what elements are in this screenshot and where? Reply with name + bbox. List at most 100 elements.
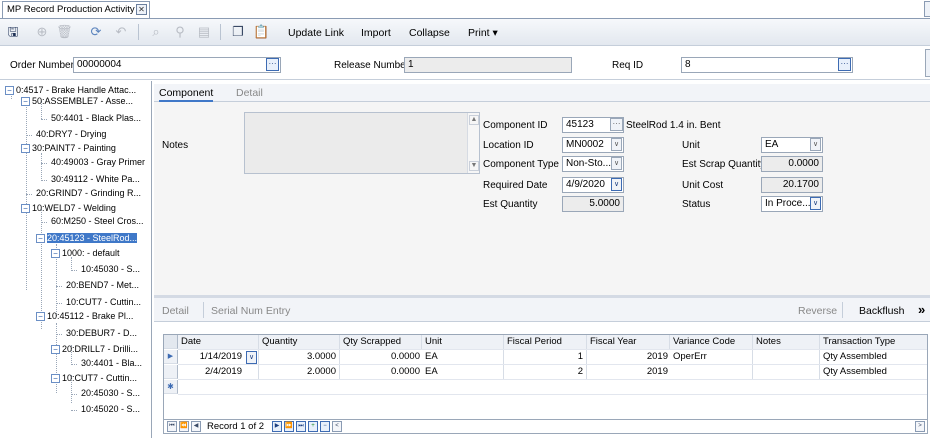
cell-qty-scrapped[interactable]: 0.0000 xyxy=(340,350,422,364)
tree-node[interactable]: 30:49112 - White Pa... xyxy=(51,173,140,186)
prev-record-icon[interactable]: ◀ xyxy=(191,421,201,432)
column-header-fiscal-year[interactable]: Fiscal Year xyxy=(587,335,670,349)
tree-node[interactable]: −50:ASSEMBLE7 - Asse... xyxy=(21,95,133,108)
cell-variance-code[interactable] xyxy=(670,365,753,379)
scroll-right-icon[interactable]: > xyxy=(915,421,925,432)
order-number-input[interactable]: 00000004 xyxy=(73,57,281,73)
cell-notes[interactable] xyxy=(753,365,820,379)
collapse-icon[interactable]: − xyxy=(5,86,14,96)
next-page-icon[interactable]: ⏩ xyxy=(284,421,294,432)
window-corner-button[interactable] xyxy=(924,1,930,17)
cell-quantity[interactable]: 3.0000 xyxy=(259,350,340,364)
collapse-icon[interactable]: − xyxy=(36,234,45,244)
tab-detail-lower[interactable]: Detail xyxy=(162,305,189,317)
cell-variance-code[interactable]: OperErr xyxy=(670,350,753,364)
chevron-down-icon[interactable]: ∨ xyxy=(810,197,821,210)
chevron-down-icon[interactable]: ∨ xyxy=(810,138,821,151)
tree-node[interactable]: 20:BEND7 - Met... xyxy=(66,279,139,292)
column-header-quantity[interactable]: Quantity xyxy=(259,335,340,349)
row-selector[interactable] xyxy=(164,365,178,379)
tab-detail[interactable]: Detail xyxy=(236,87,263,99)
tree-node[interactable]: −10:45112 - Brake Pl... xyxy=(36,310,133,323)
column-header-qty-scrapped[interactable]: Qty Scrapped xyxy=(340,335,422,349)
notes-scrollbar[interactable]: ▲ ▼ xyxy=(467,113,479,173)
collapse-icon[interactable]: − xyxy=(21,204,30,214)
cell-quantity[interactable]: 2.0000 xyxy=(259,365,340,379)
collapse-icon[interactable]: − xyxy=(21,97,30,107)
column-header-date[interactable]: Date xyxy=(178,335,259,349)
tab-component[interactable]: Component xyxy=(159,87,214,102)
tree-node[interactable]: 20:45030 - S... xyxy=(81,387,140,400)
current-row-icon[interactable]: ▶ xyxy=(164,350,178,364)
calendar-dropdown-icon[interactable]: ∨ xyxy=(246,351,257,364)
prev-page-icon[interactable]: ⏪ xyxy=(179,421,189,432)
new-row[interactable] xyxy=(178,380,927,395)
delete-icon[interactable]: 🗑 xyxy=(56,24,73,40)
cell-fiscal-period[interactable]: 2 xyxy=(504,365,587,379)
backflush-button[interactable]: Backflush xyxy=(859,305,905,317)
column-header-transaction-type[interactable]: Transaction Type xyxy=(820,335,927,349)
table-row[interactable]: 1/14/2019 ∨ 3.0000 0.0000 EA 1 2019 Oper… xyxy=(178,350,927,365)
tree-node[interactable]: 60:M250 - Steel Cros... xyxy=(51,215,144,228)
new-icon[interactable]: ⊕ xyxy=(34,24,50,40)
update-link-button[interactable]: Update Link xyxy=(288,27,344,39)
column-header-variance-code[interactable]: Variance Code xyxy=(670,335,753,349)
tree-node[interactable]: −10:CUT7 - Cuttin... xyxy=(51,372,137,385)
tree-node[interactable]: −10:WELD7 - Welding xyxy=(21,202,116,215)
undo-icon[interactable]: ↶ xyxy=(113,24,129,40)
collapse-button[interactable]: Collapse xyxy=(409,27,450,39)
copy-icon[interactable]: ❐ xyxy=(230,24,246,40)
bom-tree[interactable]: −0:4517 - Brake Handle Attac... −50:ASSE… xyxy=(0,81,152,438)
new-row-icon[interactable]: ✱ xyxy=(164,380,178,394)
cell-fiscal-year[interactable]: 2019 xyxy=(587,350,670,364)
tree-node[interactable]: 40:DRY7 - Drying xyxy=(36,128,106,141)
cell-transaction-type[interactable]: Qty Assembled xyxy=(820,350,927,364)
tree-node[interactable]: −20:DRILL7 - Drilli... xyxy=(51,343,138,356)
refresh-icon[interactable]: ⟳ xyxy=(88,24,104,40)
tree-node[interactable]: 20:GRIND7 - Grinding R... xyxy=(36,187,141,200)
tree-node-selected[interactable]: −20:45123 - SteelRod... xyxy=(36,232,138,245)
reverse-button[interactable]: Reverse xyxy=(798,305,837,317)
column-header-fiscal-period[interactable]: Fiscal Period xyxy=(504,335,587,349)
collapse-icon[interactable]: − xyxy=(51,345,60,355)
collapse-icon[interactable]: − xyxy=(51,374,60,384)
chevron-down-icon[interactable]: ∨ xyxy=(611,157,622,170)
collapse-icon[interactable]: − xyxy=(36,312,45,322)
tab-serial-num-entry[interactable]: Serial Num Entry xyxy=(211,305,290,317)
cell-notes[interactable] xyxy=(753,350,820,364)
cell-date[interactable]: 2/4/2019 xyxy=(178,365,259,379)
cell-unit[interactable]: EA xyxy=(422,350,504,364)
binoculars-icon[interactable]: ⚲ xyxy=(172,24,188,40)
order-number-lookup-button[interactable]: ··· xyxy=(266,58,279,71)
tree-node[interactable]: −30:PAINT7 - Painting xyxy=(21,142,116,155)
tree-node[interactable]: 30:DEBUR7 - D... xyxy=(66,327,137,340)
tree-node[interactable]: 10:45030 - S... xyxy=(81,263,140,276)
close-tab-icon[interactable]: ✕ xyxy=(136,4,147,15)
notes-textarea[interactable] xyxy=(244,112,480,174)
cell-fiscal-period[interactable]: 1 xyxy=(504,350,587,364)
first-record-icon[interactable]: ⏮ xyxy=(167,421,177,432)
req-id-input[interactable]: 8 xyxy=(681,57,853,73)
tree-node[interactable]: 10:45020 - S... xyxy=(81,403,140,416)
save-icon[interactable]: 🖫 xyxy=(5,24,21,40)
cell-qty-scrapped[interactable]: 0.0000 xyxy=(340,365,422,379)
scroll-down-icon[interactable]: ▼ xyxy=(469,161,479,171)
req-id-lookup-button[interactable]: ··· xyxy=(838,58,851,71)
tree-node[interactable]: 40:49003 - Gray Primer xyxy=(51,156,145,169)
chevron-down-icon[interactable]: ∨ xyxy=(611,138,622,151)
collapse-icon[interactable]: − xyxy=(21,144,30,154)
more-tabs-icon[interactable]: » xyxy=(918,302,925,317)
add-record-icon[interactable]: + xyxy=(308,421,318,432)
table-row[interactable]: 2/4/2019 2.0000 0.0000 EA 2 2019 Qty Ass… xyxy=(178,365,927,380)
column-header-unit[interactable]: Unit xyxy=(422,335,504,349)
scroll-up-icon[interactable]: ▲ xyxy=(469,115,479,125)
document-tab[interactable]: MP Record Production Activity ✕ xyxy=(2,1,150,18)
column-header-notes[interactable]: Notes xyxy=(753,335,820,349)
last-record-icon[interactable]: ⏭ xyxy=(296,421,306,432)
tree-node[interactable]: 50:4401 - Black Plas... xyxy=(51,112,141,125)
print-menu-button[interactable]: Print ▾ xyxy=(468,27,498,39)
cell-unit[interactable]: EA xyxy=(422,365,504,379)
side-scroll-buttons[interactable] xyxy=(925,49,930,77)
scroll-left-icon[interactable]: < xyxy=(332,421,342,432)
find-icon[interactable]: ⌕ xyxy=(148,24,164,40)
